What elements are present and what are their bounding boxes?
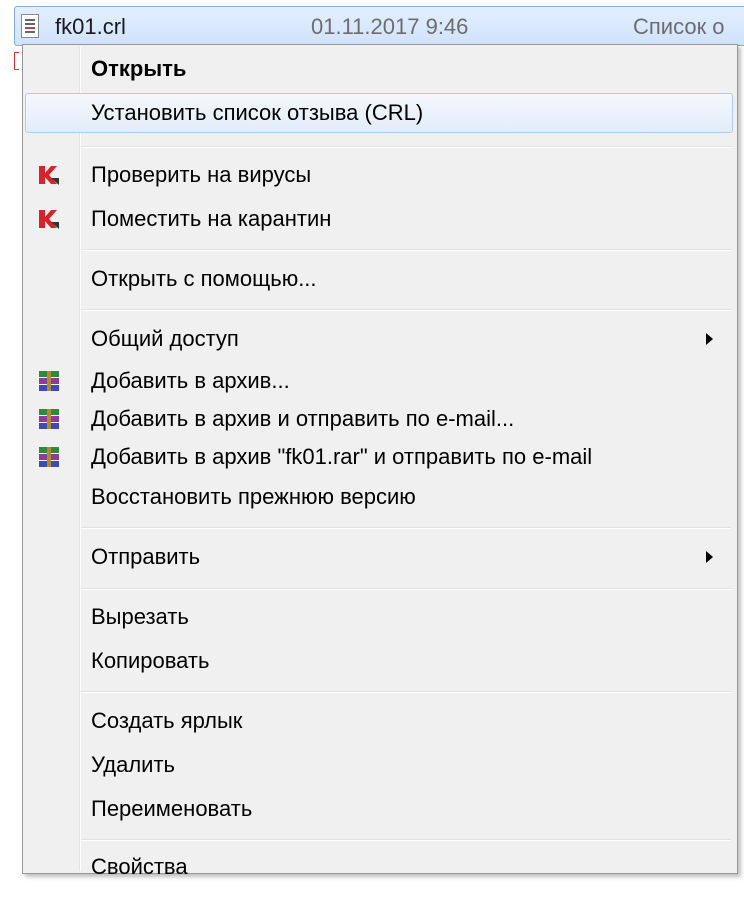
context-menu: Открыть Установить список отзыва (CRL) П… — [22, 44, 738, 879]
menu-item-share[interactable]: Общий доступ — [25, 319, 733, 359]
menu-item-label: Добавить в архив и отправить по e-mail..… — [91, 406, 515, 431]
menu-item-label: Свойства — [91, 854, 188, 879]
menu-item-copy[interactable]: Копировать — [25, 641, 733, 681]
chevron-right-icon — [706, 551, 713, 563]
menu-item-add-archive[interactable]: Добавить в архив... — [25, 361, 733, 401]
winrar-icon — [39, 371, 59, 391]
menu-item-properties[interactable]: Свойства — [25, 849, 733, 879]
menu-item-label: Добавить в архив "fk01.rar" и отправить … — [91, 444, 593, 469]
menu-item-scan-virus[interactable]: Проверить на вирусы — [25, 155, 733, 195]
menu-separator — [81, 249, 731, 251]
menu-item-add-rar-email[interactable]: Добавить в архив "fk01.rar" и отправить … — [25, 437, 733, 477]
menu-separator — [81, 839, 731, 841]
menu-separator — [81, 588, 731, 590]
menu-item-label: Установить список отзыва (CRL) — [91, 100, 424, 125]
menu-item-install-crl[interactable]: Установить список отзыва (CRL) — [25, 93, 733, 133]
file-date: 01.11.2017 9:46 — [311, 14, 469, 39]
selected-file-row[interactable]: fk01.crl 01.11.2017 9:46 Список о — [14, 6, 744, 46]
menu-separator — [81, 527, 731, 529]
menu-item-open[interactable]: Открыть — [25, 49, 733, 89]
menu-item-label: Вырезать — [91, 604, 189, 629]
kaspersky-icon — [39, 166, 59, 185]
menu-item-label: Добавить в архив... — [91, 368, 290, 393]
menu-item-restore-version[interactable]: Восстановить прежнюю версию — [25, 477, 733, 517]
menu-item-label: Восстановить прежнюю версию — [91, 484, 416, 509]
menu-item-open-with[interactable]: Открыть с помощью... — [25, 259, 733, 299]
chevron-right-icon — [706, 333, 713, 345]
menu-item-label: Переименовать — [91, 796, 253, 821]
menu-separator — [81, 691, 731, 693]
kaspersky-icon — [39, 210, 59, 229]
winrar-icon — [39, 447, 59, 467]
file-name: fk01.crl — [55, 14, 126, 39]
winrar-icon — [39, 409, 59, 429]
menu-item-quarantine[interactable]: Поместить на карантин — [25, 199, 733, 239]
menu-separator — [81, 146, 731, 148]
menu-item-label: Поместить на карантин — [91, 206, 332, 231]
file-type: Список о — [633, 14, 725, 39]
menu-item-create-shortcut[interactable]: Создать ярлык — [25, 701, 733, 741]
menu-item-label: Открыть — [91, 56, 187, 81]
menu-separator — [81, 309, 731, 311]
menu-item-label: Проверить на вирусы — [91, 162, 312, 187]
menu-item-label: Общий доступ — [91, 326, 239, 351]
next-row-icon-stub — [14, 52, 19, 70]
menu-item-label: Копировать — [91, 648, 210, 673]
menu-item-add-archive-email[interactable]: Добавить в архив и отправить по e-mail..… — [25, 399, 733, 439]
menu-item-label: Создать ярлык — [91, 708, 243, 733]
menu-item-delete[interactable]: Удалить — [25, 745, 733, 785]
menu-item-label: Отправить — [91, 544, 201, 569]
menu-item-rename[interactable]: Переименовать — [25, 789, 733, 829]
crl-file-icon — [21, 14, 39, 38]
menu-item-cut[interactable]: Вырезать — [25, 597, 733, 637]
menu-item-label: Удалить — [91, 752, 175, 777]
menu-item-send-to[interactable]: Отправить — [25, 537, 733, 577]
menu-item-label: Открыть с помощью... — [91, 266, 317, 291]
